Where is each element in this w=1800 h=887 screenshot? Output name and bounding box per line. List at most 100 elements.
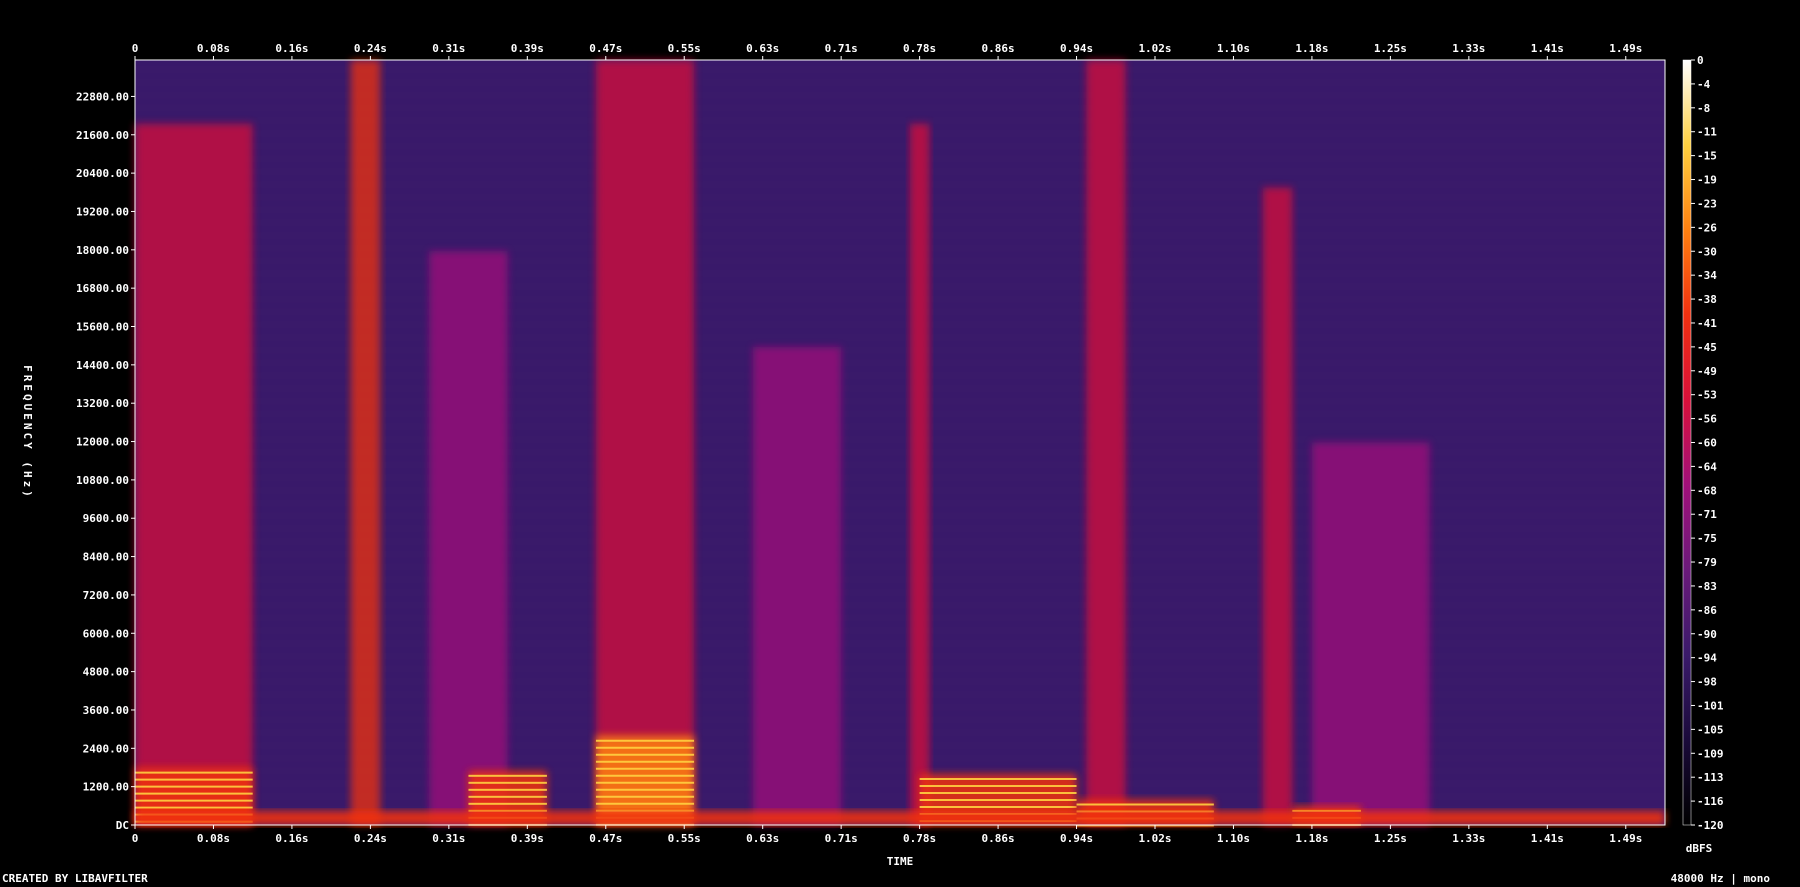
energy-event — [752, 346, 842, 825]
low-frequency-floor — [135, 811, 1665, 825]
y-tick-label: 10800.00 — [76, 474, 129, 487]
colorbar-tick-label: -19 — [1697, 174, 1717, 187]
harmonic-line — [919, 785, 1077, 787]
harmonic-line — [468, 774, 547, 777]
x-tick-label-bottom: 0.86s — [982, 832, 1015, 845]
colorbar-tick-label: -41 — [1697, 317, 1717, 330]
harmonic-line — [595, 802, 695, 805]
x-tick-label-bottom: 1.02s — [1138, 832, 1171, 845]
y-tick-label: 12000.00 — [76, 436, 129, 449]
colorbar-tick-label: -113 — [1697, 771, 1724, 784]
colorbar-tick-label: -45 — [1697, 341, 1717, 354]
harmonic-line — [919, 806, 1077, 808]
colorbar-tick-label: -105 — [1697, 723, 1724, 736]
colorbar-tick-label: -101 — [1697, 699, 1724, 712]
energy-event — [1262, 187, 1293, 825]
colorbar-tick-label: -94 — [1697, 652, 1717, 665]
y-tick-label: 8400.00 — [83, 551, 129, 564]
x-tick-label-bottom: 0.55s — [668, 832, 701, 845]
energy-event — [1311, 442, 1430, 825]
x-tick-label-top: 1.33s — [1452, 42, 1485, 55]
colorbar-tick-label: -11 — [1697, 126, 1717, 139]
harmonic-line — [1076, 803, 1214, 806]
harmonic-line — [919, 778, 1077, 780]
harmonic-line — [595, 781, 695, 784]
harmonic-line — [135, 771, 253, 774]
x-tick-label-top: 0.08s — [197, 42, 230, 55]
colorbar-tick-label: -30 — [1697, 245, 1717, 258]
colorbar-tick-label: -26 — [1697, 221, 1717, 234]
x-tick-label-bottom: 0 — [132, 832, 139, 845]
x-tick-label-top: 0.71s — [825, 42, 858, 55]
y-axis-label: FREQUENCY (Hz) — [21, 365, 34, 500]
x-tick-label-bottom: 0.24s — [354, 832, 387, 845]
colorbar-label: dBFS — [1686, 842, 1713, 855]
x-tick-label-top: 0.39s — [511, 42, 544, 55]
colorbar-tick-label: -75 — [1697, 532, 1717, 545]
harmonic-line — [595, 767, 695, 770]
y-tick-label: 3600.00 — [83, 704, 129, 717]
x-tick-label-top: 0.63s — [746, 42, 779, 55]
harmonic-line — [595, 788, 695, 791]
y-tick-label: 4800.00 — [83, 666, 129, 679]
x-tick-label-bottom: 1.33s — [1452, 832, 1485, 845]
x-axis-label: TIME — [887, 855, 914, 868]
colorbar-tick-label: -60 — [1697, 437, 1717, 450]
x-tick-label-top: 0.24s — [354, 42, 387, 55]
x-tick-label-bottom: 1.49s — [1609, 832, 1642, 845]
harmonic-line — [919, 792, 1077, 794]
x-tick-label-top: 1.25s — [1374, 42, 1407, 55]
y-tick-label: 19200.00 — [76, 205, 129, 218]
x-tick-label-top: 0.31s — [432, 42, 465, 55]
colorbar-tick-label: 0 — [1697, 54, 1704, 67]
harmonic-line — [135, 792, 253, 795]
x-tick-label-bottom: 0.08s — [197, 832, 230, 845]
harmonic-line — [468, 788, 547, 791]
colorbar-tick-label: -15 — [1697, 150, 1717, 163]
colorbar-tick-label: -56 — [1697, 413, 1717, 426]
colorbar-tick-label: -68 — [1697, 484, 1717, 497]
x-tick-label-bottom: 1.25s — [1374, 832, 1407, 845]
harmonic-line — [595, 795, 695, 798]
y-tick-label: 6000.00 — [83, 627, 129, 640]
colorbar-tick-label: -34 — [1697, 269, 1717, 282]
x-tick-label-top: 0.47s — [589, 42, 622, 55]
colorbar-tick-label: -109 — [1697, 747, 1724, 760]
x-tick-label-top: 1.41s — [1531, 42, 1564, 55]
colorbar-tick-label: -49 — [1697, 365, 1717, 378]
energy-event — [595, 60, 695, 825]
y-tick-label: 21600.00 — [76, 129, 129, 142]
colorbar-tick-label: -86 — [1697, 604, 1717, 617]
spectrogram-chart: 0 0.08s 0.16s 0.24s 0.31s 0.39s 0.47s 0.55s 0.63… — [21, 42, 1724, 868]
y-tick-label: 1200.00 — [83, 781, 129, 794]
harmonic-line — [135, 799, 253, 802]
x-tick-label-top: 1.18s — [1295, 42, 1328, 55]
colorbar-tick-label: -53 — [1697, 389, 1717, 402]
energy-event — [909, 123, 930, 825]
y-tick-label: 20400.00 — [76, 167, 129, 180]
x-axis-bottom: 0 0.08s 0.16s 0.24s 0.31s 0.39s 0.47s 0.55s 0.63… — [132, 825, 1642, 845]
colorbar-tick-label: -98 — [1697, 676, 1717, 689]
harmonic-line — [135, 806, 253, 809]
colorbar-tick-label: -120 — [1697, 819, 1724, 832]
x-tick-label-bottom: 1.41s — [1531, 832, 1564, 845]
footer-sample-info: 48000 Hz | mono — [1670, 872, 1770, 885]
x-tick-label-bottom: 0.31s — [432, 832, 465, 845]
x-tick-label-top: 1.10s — [1217, 42, 1250, 55]
x-tick-label-top: 0 — [132, 42, 139, 55]
x-tick-label-bottom: 0.71s — [825, 832, 858, 845]
harmonic-line — [919, 799, 1077, 801]
x-tick-label-bottom: 1.10s — [1217, 832, 1250, 845]
harmonic-line — [468, 802, 547, 805]
colorbar — [1682, 59, 1692, 826]
harmonic-line — [468, 781, 547, 784]
harmonic-line — [595, 774, 695, 777]
colorbar-tick-label: -64 — [1697, 460, 1717, 473]
y-tick-label: 22800.00 — [76, 90, 129, 103]
y-tick-label: 18000.00 — [76, 244, 129, 257]
harmonic-line — [135, 785, 253, 788]
y-tick-label: 15600.00 — [76, 321, 129, 334]
x-tick-label-bottom: 0.16s — [275, 832, 308, 845]
y-tick-label: 16800.00 — [76, 282, 129, 295]
x-tick-label-top: 0.94s — [1060, 42, 1093, 55]
